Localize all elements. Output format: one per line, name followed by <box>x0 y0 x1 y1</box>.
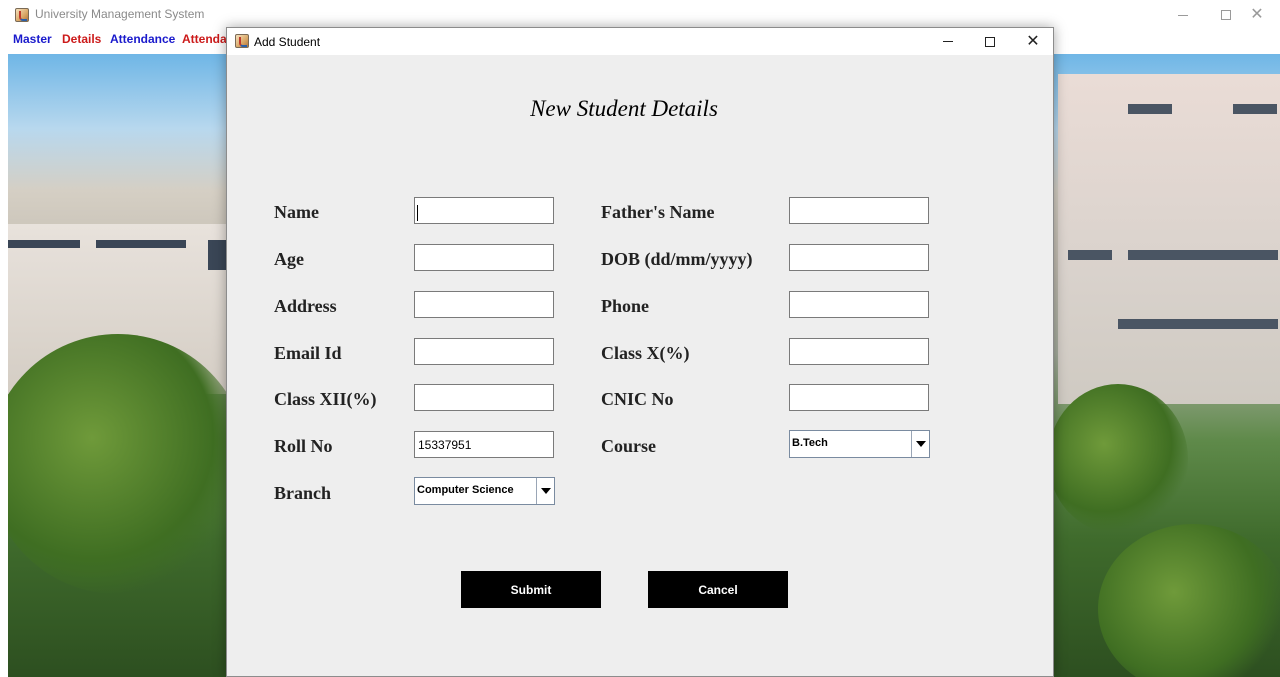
name-field[interactable] <box>414 197 554 224</box>
dob-field[interactable] <box>789 244 929 271</box>
course-selected-value: B.Tech <box>792 437 828 449</box>
main-close-button[interactable]: ✕ <box>1234 0 1280 30</box>
java-app-icon <box>235 34 249 48</box>
text-caret <box>417 205 418 221</box>
java-app-icon <box>15 8 29 22</box>
email-label: Email Id <box>274 343 342 363</box>
menu-details[interactable]: Details <box>62 32 101 46</box>
cancel-button[interactable]: Cancel <box>648 571 788 608</box>
minimize-icon <box>1178 14 1188 16</box>
maximize-icon <box>985 36 995 47</box>
dob-label: DOB (dd/mm/yyyy) <box>601 249 753 269</box>
dialog-minimize-button[interactable] <box>925 28 971 55</box>
dialog-close-button[interactable]: ✕ <box>1010 28 1056 55</box>
course-dropdown[interactable]: B.Tech <box>789 430 930 458</box>
fathers-name-label: Father's Name <box>601 202 715 222</box>
triangle-down-icon <box>915 441 926 447</box>
address-field[interactable] <box>414 291 554 318</box>
dialog-titlebar: Add Student ✕ <box>227 28 1053 55</box>
main-minimize-button[interactable] <box>1160 0 1206 30</box>
cnic-no-label: CNIC No <box>601 389 674 409</box>
class-xii-field[interactable] <box>414 384 554 411</box>
close-icon: ✕ <box>1250 6 1264 23</box>
class-xii-label: Class XII(%) <box>274 389 377 409</box>
add-student-dialog: Add Student ✕ New Student Details Name A… <box>226 27 1054 677</box>
main-titlebar: University Management System ✕ <box>0 0 1280 30</box>
class-x-label: Class X(%) <box>601 343 690 363</box>
palm-tree <box>1098 524 1280 677</box>
palm-tree <box>1048 384 1188 534</box>
email-field[interactable] <box>414 338 554 365</box>
close-icon: ✕ <box>1026 32 1040 50</box>
dropdown-arrow-button[interactable] <box>911 431 929 457</box>
menu-master[interactable]: Master <box>13 32 52 46</box>
branch-selected-value: Computer Science <box>417 484 514 496</box>
maximize-icon <box>1221 10 1231 20</box>
roll-no-field[interactable] <box>414 431 554 458</box>
menu-attendance[interactable]: Attendance <box>110 32 175 46</box>
age-label: Age <box>274 249 304 269</box>
course-label: Course <box>601 436 656 456</box>
phone-field[interactable] <box>789 291 929 318</box>
dropdown-arrow-button[interactable] <box>536 478 554 504</box>
main-window-title: University Management System <box>35 7 205 21</box>
fathers-name-field[interactable] <box>789 197 929 224</box>
form-heading: New Student Details <box>530 96 718 121</box>
name-label: Name <box>274 202 319 222</box>
branch-dropdown[interactable]: Computer Science <box>414 477 555 505</box>
cnic-no-field[interactable] <box>789 384 929 411</box>
class-x-field[interactable] <box>789 338 929 365</box>
minimize-icon <box>943 41 953 42</box>
age-field[interactable] <box>414 244 554 271</box>
phone-label: Phone <box>601 296 650 316</box>
dialog-title: Add Student <box>254 35 321 49</box>
dialog-maximize-button[interactable] <box>967 28 1013 55</box>
branch-label: Branch <box>274 483 332 503</box>
roll-no-label: Roll No <box>274 436 333 456</box>
address-label: Address <box>274 296 337 316</box>
triangle-down-icon <box>540 488 551 494</box>
building-right <box>1058 74 1280 404</box>
submit-button[interactable]: Submit <box>461 571 601 608</box>
